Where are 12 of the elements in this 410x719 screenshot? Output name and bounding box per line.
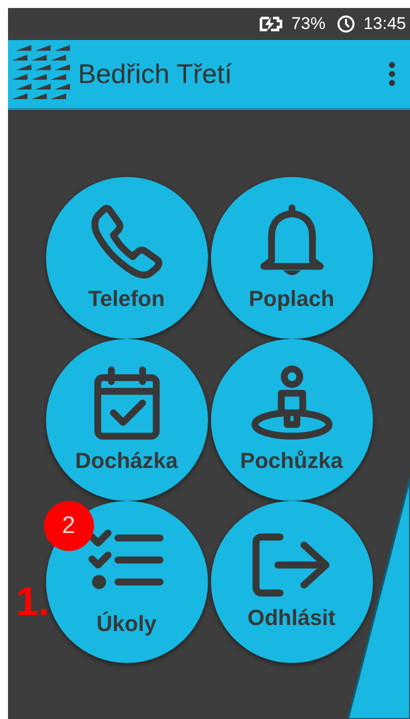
menu-tile-button[interactable]: Telefon <box>46 177 208 339</box>
app-title: Bedřich Třetí <box>78 58 234 91</box>
charging-battery-icon <box>257 16 284 32</box>
notification-badge: 2 <box>44 501 94 551</box>
menu-tile-button[interactable]: Docházka <box>46 339 208 501</box>
menu-tile-button[interactable]: Úkoly 2 <box>46 501 208 663</box>
battery-percent: 73% <box>291 13 326 36</box>
menu-tile-button[interactable]: Poplach <box>210 177 372 339</box>
menu-tile-button[interactable]: Odhlásit <box>210 501 372 663</box>
clock-icon <box>337 15 356 33</box>
menu-tile-button[interactable]: Pochůzka <box>210 339 372 501</box>
status-time: 13:45 <box>363 13 406 36</box>
